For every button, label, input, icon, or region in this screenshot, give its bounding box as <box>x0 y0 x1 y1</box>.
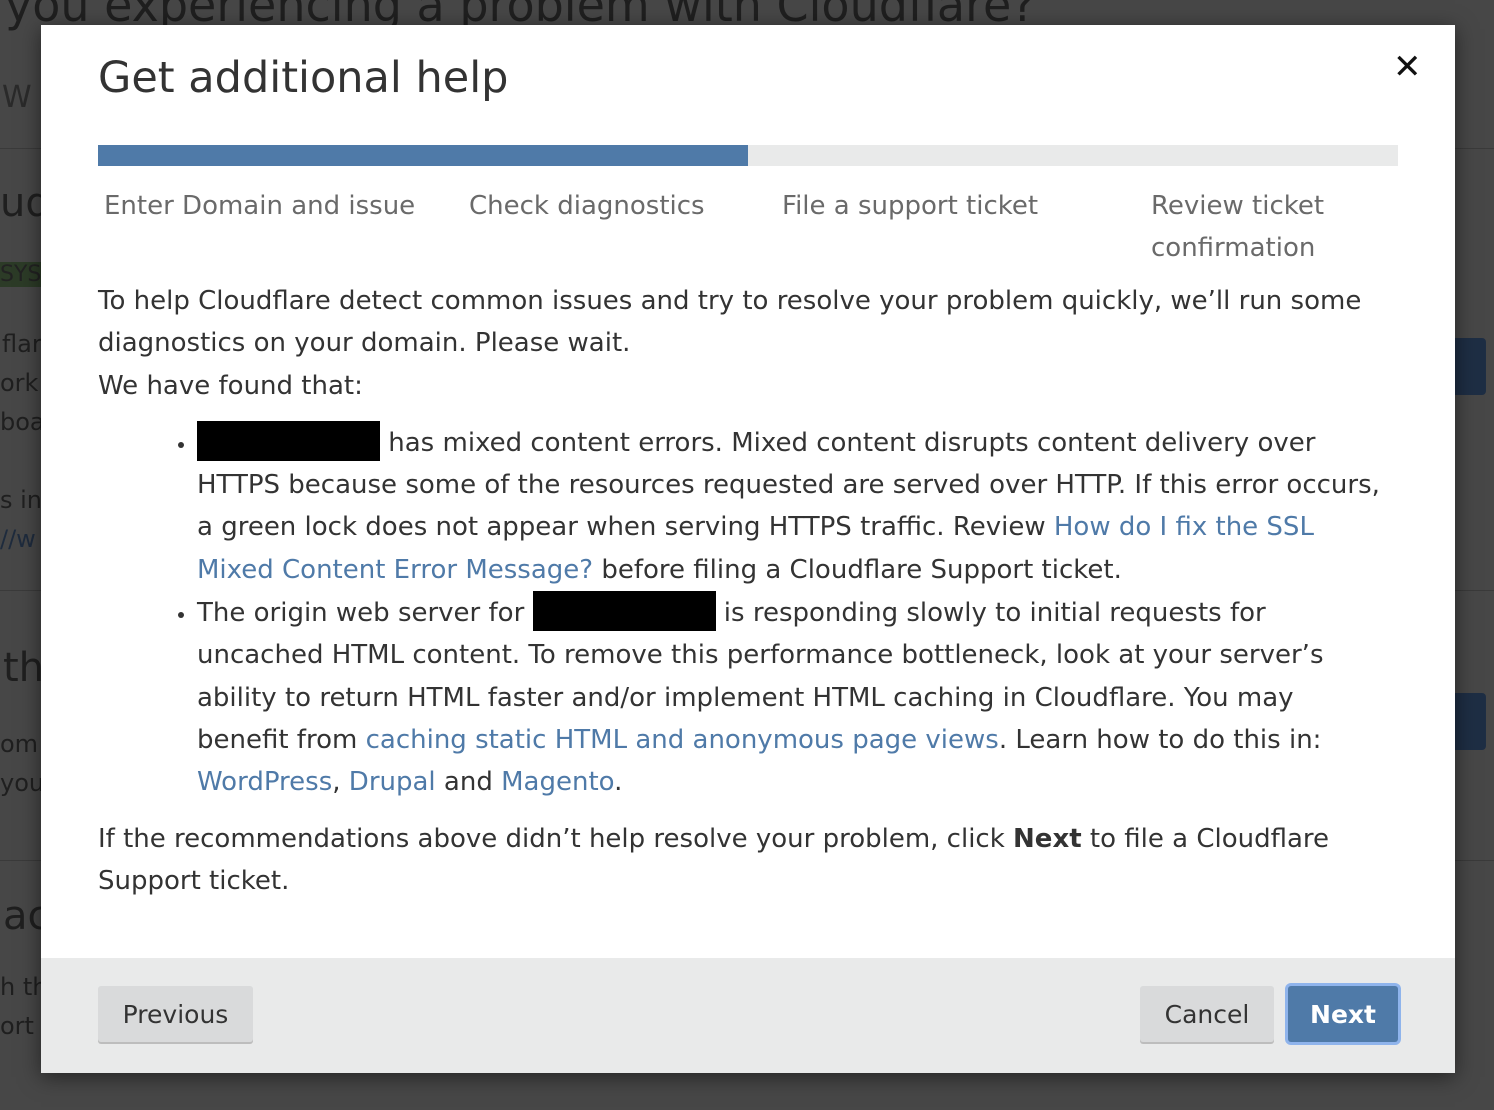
step-enter-domain: Enter Domain and issue <box>104 191 416 221</box>
cancel-button[interactable]: Cancel <box>1140 986 1274 1042</box>
drupal-link[interactable]: Drupal <box>349 767 436 797</box>
bg-link: //w <box>0 525 36 553</box>
wordpress-link[interactable]: WordPress <box>197 767 332 797</box>
separator: , <box>332 767 349 798</box>
step-review-confirmation: Review ticket confirmation <box>1151 191 1325 263</box>
modal-title: Get additional help <box>98 53 509 103</box>
modal-footer: Previous Cancel Next <box>41 958 1455 1073</box>
bg-text: W <box>2 80 32 115</box>
help-modal: Get additional help ✕ Enter Domain and i… <box>41 25 1455 1073</box>
period: . <box>614 767 623 798</box>
magento-link[interactable]: Magento <box>501 767 614 797</box>
finding-text: The origin web server for <box>197 598 533 629</box>
step-check-diagnostics: Check diagnostics <box>469 191 705 221</box>
close-icon[interactable]: ✕ <box>1393 47 1422 87</box>
redacted-domain <box>197 420 380 461</box>
finding-slow-origin: The origin web server for is responding … <box>197 591 1388 803</box>
outro-part: If the recommendations above didn’t help… <box>98 823 1014 854</box>
redacted-domain <box>532 591 716 632</box>
finding-text: . Learn how to do this in: <box>998 724 1322 755</box>
bg-text: th <box>3 645 45 691</box>
outro-text: If the recommendations above didn’t help… <box>98 818 1388 903</box>
conjunction: and <box>435 767 502 798</box>
found-text: We have found that: <box>98 370 363 401</box>
step-file-ticket: File a support ticket <box>782 191 1039 221</box>
outro-next: Next <box>1013 823 1082 854</box>
modal-body: To help Cloudflare detect common issues … <box>98 280 1388 902</box>
finding-mixed-content: has mixed content errors. Mixed content … <box>197 420 1388 591</box>
bg-text: om <box>0 730 39 758</box>
progress-fill <box>98 145 748 166</box>
progress-bar <box>98 145 1398 166</box>
previous-button[interactable]: Previous <box>98 986 253 1042</box>
finding-text: before filing a Cloudflare Support ticke… <box>593 554 1122 585</box>
intro-text: To help Cloudflare detect common issues … <box>98 286 1362 359</box>
bg-text: ork. <box>0 369 47 397</box>
bg-text: flar <box>2 330 42 358</box>
caching-static-html-link[interactable]: caching static HTML and anonymous page v… <box>366 725 999 755</box>
findings-list: has mixed content errors. Mixed content … <box>98 420 1388 804</box>
next-button[interactable]: Next <box>1288 986 1398 1042</box>
